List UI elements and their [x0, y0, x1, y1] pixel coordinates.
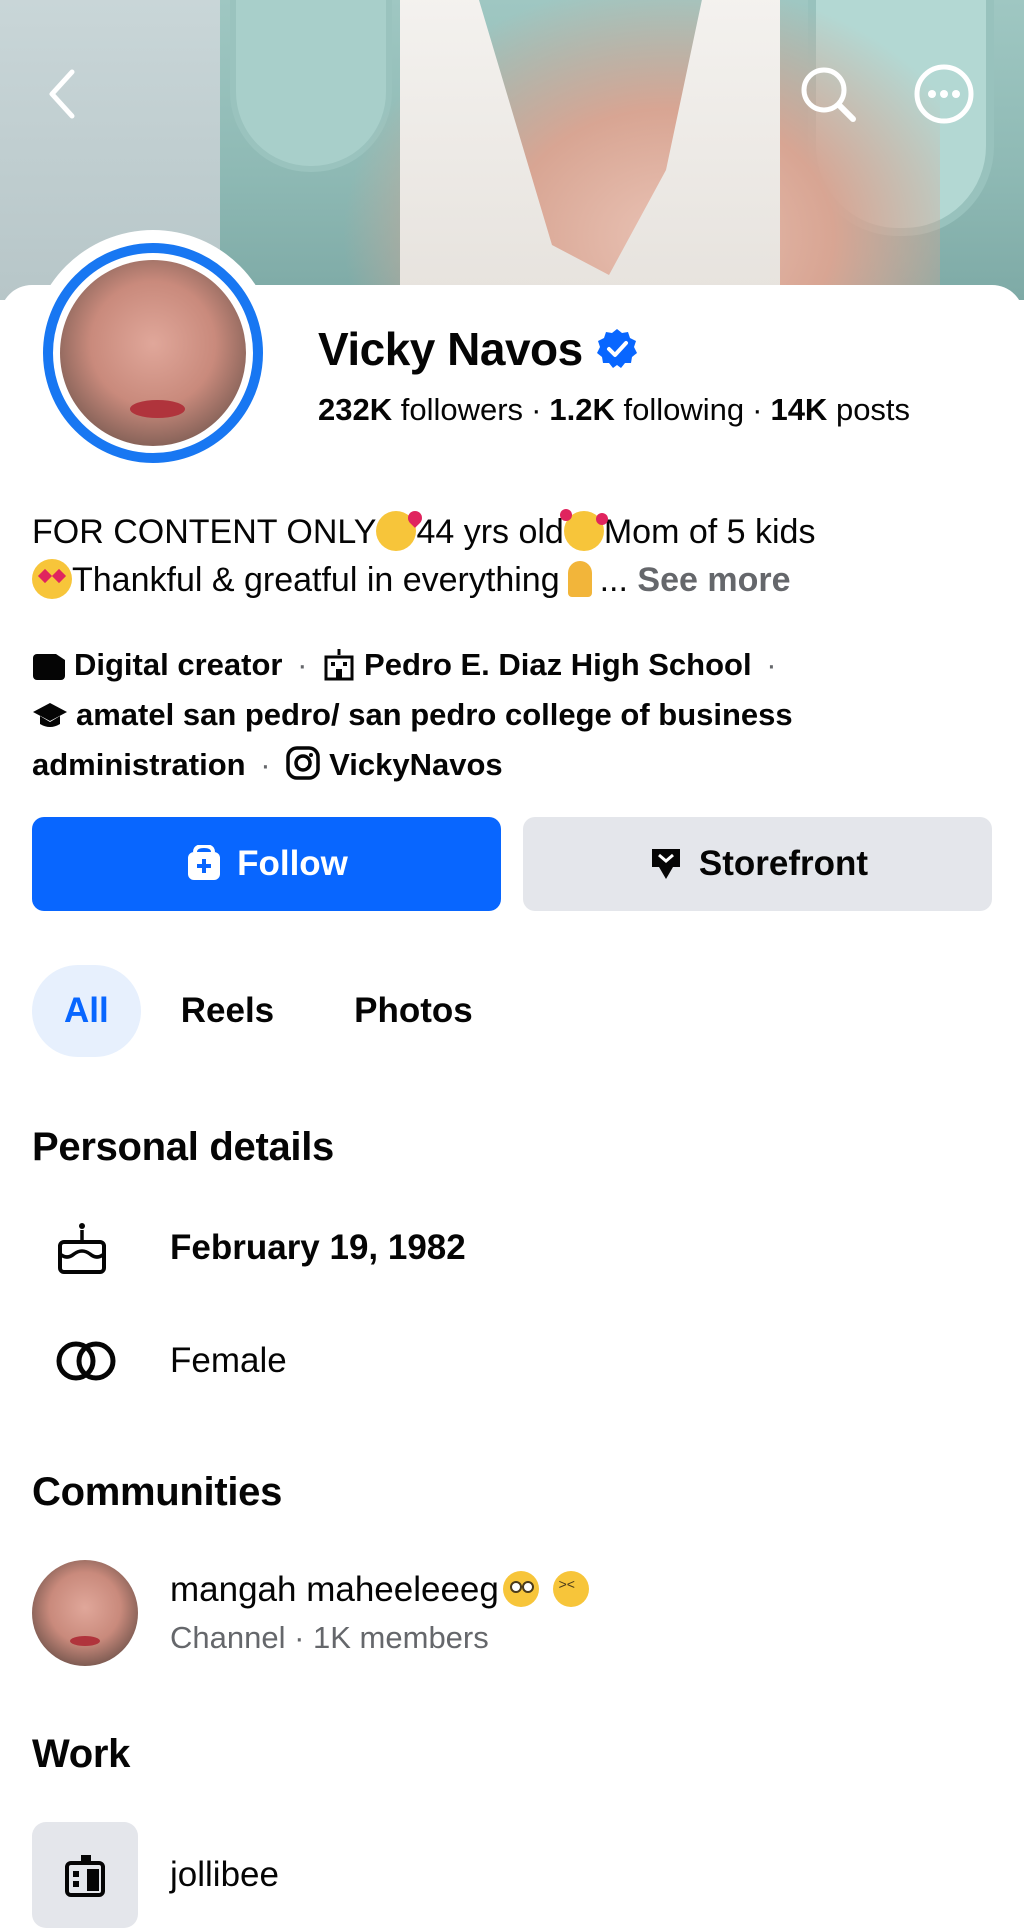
community-avatar: [32, 1560, 138, 1666]
followers-stat[interactable]: 232K followers: [318, 392, 523, 427]
following-stat[interactable]: 1.2K following: [549, 392, 744, 427]
intro-school[interactable]: Pedro E. Diaz High School: [313, 647, 760, 682]
kissing-emoji: [376, 511, 417, 551]
see-more-link[interactable]: See more: [637, 561, 790, 599]
profile-tabs: All Reels Photos: [32, 965, 513, 1057]
instagram-icon: [286, 746, 320, 780]
profile-intro: Digital creator · Pedro E. Diaz High Sch…: [32, 647, 793, 782]
graduation-cap-icon: [33, 703, 67, 727]
communities-title: Communities: [32, 1470, 283, 1514]
verified-badge-icon: [596, 329, 637, 368]
birthday-cake-icon: [58, 1223, 106, 1274]
posts-stat[interactable]: 14K posts: [770, 392, 910, 427]
birthday-row: February 19, 1982: [32, 1220, 466, 1276]
profile-stats: 232K followers · 1.2K following · 14K posts: [318, 392, 911, 427]
avatar-photo: [60, 260, 246, 446]
birthday-text: February 19, 1982: [170, 1228, 466, 1267]
intro-instagram[interactable]: VickyNavos: [277, 746, 503, 782]
eye-roll-emoji: [502, 1571, 539, 1607]
bio-text-3: Mom of 5 kids: [603, 513, 816, 551]
tab-reels[interactable]: Reels: [141, 965, 314, 1057]
community-subtitle: Channel · 1K members: [170, 1620, 489, 1655]
community-item[interactable]: mangah maheeleeeg Channel · 1K members: [32, 1560, 589, 1666]
follow-icon: [188, 845, 221, 880]
personal-details-title: Personal details: [32, 1125, 334, 1169]
story-ring: [43, 243, 263, 463]
intro-category: Digital creator: [32, 647, 291, 682]
profile-bio: FOR CONTENT ONLY 44 yrs old Mom of 5 kids …: [32, 509, 816, 599]
bio-text-4: Thankful & greatful in everything: [72, 561, 560, 599]
bio-text-1: FOR CONTENT ONLY: [32, 513, 377, 551]
more-horizontal-icon: [914, 64, 974, 124]
work-name: jollibee: [170, 1855, 279, 1894]
tab-photos[interactable]: Photos: [314, 965, 513, 1057]
search-button[interactable]: [796, 62, 860, 126]
follow-button[interactable]: Follow: [32, 817, 501, 911]
praying-hands-emoji: [560, 559, 600, 599]
storefront-icon: [651, 849, 680, 879]
profile-name-row: Vicky Navos: [318, 322, 639, 376]
community-name: mangah maheeleeeg: [170, 1570, 499, 1609]
profile-avatar[interactable]: [30, 230, 276, 476]
gender-row: Female: [32, 1337, 287, 1385]
storefront-button[interactable]: Storefront: [523, 817, 992, 911]
heart-eyes-emoji: [32, 559, 72, 599]
work-item[interactable]: jollibee: [32, 1822, 279, 1928]
search-icon: [801, 67, 856, 122]
briefcase-building-icon: [65, 1855, 105, 1897]
school-building-icon: [324, 649, 354, 681]
bio-text-2: 44 yrs old: [416, 513, 564, 551]
clapperboard-icon: [33, 654, 65, 680]
gender-rings-icon: [56, 1341, 116, 1381]
back-button[interactable]: [30, 62, 94, 126]
work-icon-tile: [32, 1822, 138, 1928]
chevron-left-icon: [49, 69, 75, 119]
more-options-button[interactable]: [912, 62, 976, 126]
grinning-squint-emoji: [552, 1571, 589, 1607]
smiling-hearts-emoji: [559, 509, 608, 551]
tab-all[interactable]: All: [32, 965, 141, 1057]
profile-name: Vicky Navos: [318, 323, 583, 375]
gender-text: Female: [170, 1341, 287, 1380]
work-title: Work: [32, 1732, 131, 1776]
